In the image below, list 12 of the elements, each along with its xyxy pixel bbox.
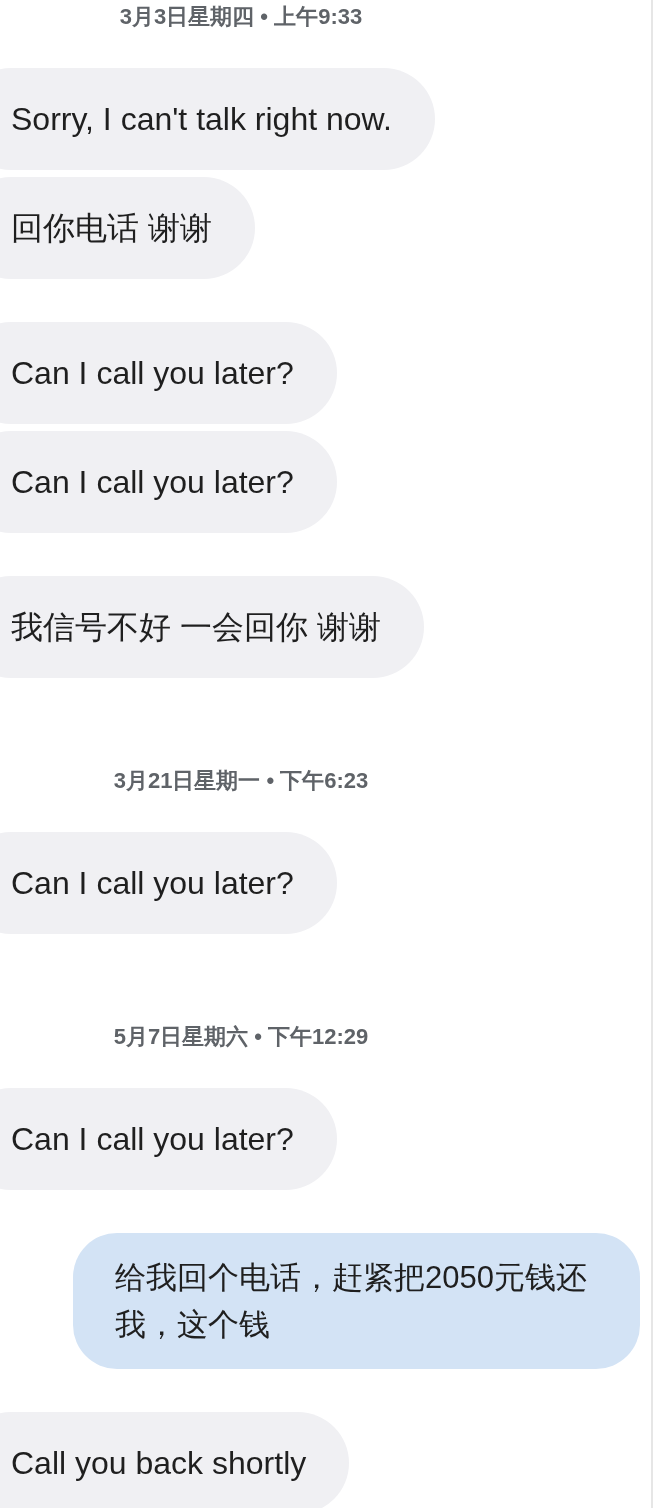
- received-message: Can I call you later?: [0, 431, 337, 533]
- received-message: Can I call you later?: [0, 832, 337, 934]
- message-date-label: 5月7日星期六 • 下午12:29: [112, 1023, 370, 1051]
- received-message: Can I call you later?: [0, 322, 337, 424]
- received-message: 回你电话 谢谢: [0, 177, 255, 279]
- received-message: Sorry, I can't talk right now.: [0, 68, 435, 170]
- received-message: 我信号不好 一会回你 谢谢: [0, 576, 424, 678]
- sent-message: 给我回个电话，赶紧把2050元钱还我，这个钱: [73, 1233, 640, 1369]
- message-date-label: 3月3日星期四 • 上午9:33: [118, 3, 364, 31]
- message-date-label: 3月21日星期一 • 下午6:23: [112, 767, 370, 795]
- received-message: Call you back shortly: [0, 1412, 350, 1508]
- received-message: Can I call you later?: [0, 1088, 337, 1190]
